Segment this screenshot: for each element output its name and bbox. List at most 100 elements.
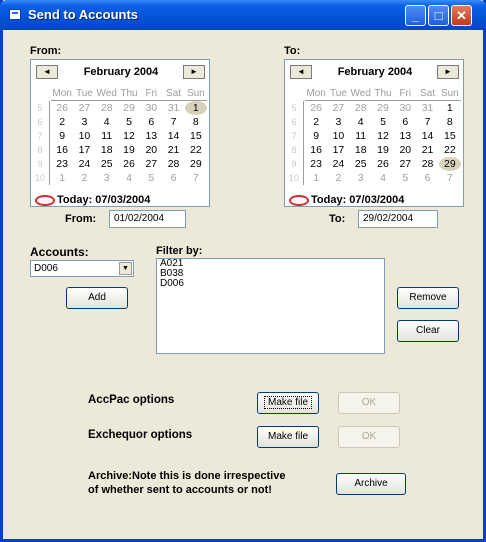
list-item[interactable]: A021 [157, 259, 384, 269]
calendar-day[interactable]: 9 [51, 129, 73, 143]
calendar-day[interactable]: 13 [140, 129, 162, 143]
next-month-button[interactable]: ► [183, 65, 205, 79]
calendar-day[interactable]: 31 [416, 101, 438, 115]
calendar-day[interactable]: 2 [305, 115, 327, 129]
calendar-day[interactable]: 27 [140, 157, 162, 171]
filter-listbox[interactable]: A021 B038 D006 [156, 258, 385, 354]
calendar-day[interactable]: 16 [51, 143, 73, 157]
today-link[interactable]: Today: 07/03/2004 [35, 194, 150, 206]
calendar-day[interactable]: 6 [162, 171, 184, 185]
calendar-day[interactable]: 6 [140, 115, 162, 129]
title-bar[interactable]: Send to Accounts _ □ ✕ [0, 0, 486, 30]
calendar-day[interactable]: 26 [118, 157, 140, 171]
from-date-field[interactable]: 01/02/2004 [109, 210, 186, 228]
calendar-day[interactable]: 25 [350, 157, 372, 171]
calendar-day[interactable]: 13 [394, 129, 416, 143]
calendar-day[interactable]: 28 [96, 101, 118, 115]
calendar-day[interactable]: 10 [327, 129, 349, 143]
list-item[interactable]: D006 [157, 279, 384, 289]
calendar-day[interactable]: 2 [327, 171, 349, 185]
calendar-day[interactable]: 24 [327, 157, 349, 171]
calendar-day[interactable]: 18 [96, 143, 118, 157]
calendar-day[interactable]: 16 [305, 143, 327, 157]
calendar-day[interactable]: 9 [305, 129, 327, 143]
calendar-day[interactable]: 17 [73, 143, 95, 157]
calendar-day[interactable]: 27 [73, 101, 95, 115]
calendar-day[interactable]: 11 [96, 129, 118, 143]
calendar-day[interactable]: 30 [394, 101, 416, 115]
calendar-day[interactable]: 4 [96, 115, 118, 129]
list-item[interactable]: B038 [157, 269, 384, 279]
calendar-day[interactable]: 22 [439, 143, 461, 157]
minimize-button[interactable]: _ [405, 5, 426, 26]
prev-month-button[interactable]: ◄ [36, 65, 58, 79]
calendar-day[interactable]: 1 [439, 101, 461, 115]
calendar-day[interactable]: 7 [416, 115, 438, 129]
calendar-day[interactable]: 28 [350, 101, 372, 115]
next-month-button[interactable]: ► [437, 65, 459, 79]
calendar-day[interactable]: 29 [372, 101, 394, 115]
calendar-day[interactable]: 29 [118, 101, 140, 115]
accpac-make-file-button[interactable]: Make file [257, 392, 319, 414]
calendar-day[interactable]: 6 [416, 171, 438, 185]
calendar-day[interactable]: 1 [51, 171, 73, 185]
today-link[interactable]: Today: 07/03/2004 [289, 194, 404, 206]
calendar-day[interactable]: 2 [73, 171, 95, 185]
close-button[interactable]: ✕ [451, 5, 472, 26]
calendar-day[interactable]: 5 [372, 115, 394, 129]
calendar-day[interactable]: 4 [350, 115, 372, 129]
calendar-day[interactable]: 23 [51, 157, 73, 171]
calendar-day[interactable]: 28 [416, 157, 438, 171]
calendar-day[interactable]: 26 [51, 101, 73, 115]
calendar-day[interactable]: 14 [416, 129, 438, 143]
calendar-day[interactable]: 5 [140, 171, 162, 185]
remove-button[interactable]: Remove [397, 287, 459, 309]
calendar-day[interactable]: 12 [372, 129, 394, 143]
calendar-day[interactable]: 8 [439, 115, 461, 129]
calendar-day[interactable]: 21 [416, 143, 438, 157]
calendar-month-title[interactable]: February 2004 [315, 66, 435, 78]
archive-button[interactable]: Archive [336, 473, 406, 495]
calendar-day[interactable]: 5 [118, 115, 140, 129]
prev-month-button[interactable]: ◄ [290, 65, 312, 79]
calendar-day[interactable]: 4 [118, 171, 140, 185]
calendar-day[interactable]: 27 [327, 101, 349, 115]
exchequer-make-file-button[interactable]: Make file [257, 426, 319, 448]
calendar-day[interactable]: 23 [305, 157, 327, 171]
calendar-month-title[interactable]: February 2004 [61, 66, 181, 78]
accpac-ok-button[interactable]: OK [338, 392, 400, 414]
add-button[interactable]: Add [66, 287, 128, 309]
calendar-day[interactable]: 11 [350, 129, 372, 143]
calendar-day[interactable]: 7 [162, 115, 184, 129]
to-calendar[interactable]: ◄ February 2004 ► Mon Tue Wed Thu Fri Sat Sun … [284, 59, 464, 207]
clear-button[interactable]: Clear [397, 320, 459, 342]
calendar-day[interactable]: 15 [185, 129, 207, 143]
calendar-day[interactable]: 3 [73, 115, 95, 129]
chevron-down-icon[interactable]: ▼ [119, 262, 132, 275]
calendar-day[interactable]: 31 [162, 101, 184, 115]
calendar-day[interactable]: 26 [305, 101, 327, 115]
calendar-day[interactable]: 29 [185, 157, 207, 171]
calendar-day[interactable]: 17 [327, 143, 349, 157]
calendar-day[interactable]: 27 [394, 157, 416, 171]
calendar-day[interactable]: 21 [162, 143, 184, 157]
calendar-day[interactable]: 26 [372, 157, 394, 171]
calendar-day[interactable]: 25 [96, 157, 118, 171]
calendar-day-grid[interactable]: 26 27 28 29 30 31 1 2 3 4 5 6 7 8 9 10 11 12 13 14 15 16 17 18 1… [305, 101, 461, 185]
accounts-dropdown[interactable]: D006 ▼ [30, 260, 134, 277]
calendar-day[interactable]: 12 [118, 129, 140, 143]
calendar-day[interactable]: 3 [327, 115, 349, 129]
calendar-day[interactable]: 29 [438, 157, 461, 171]
calendar-day[interactable]: 20 [140, 143, 162, 157]
calendar-day[interactable]: 5 [394, 171, 416, 185]
calendar-day-grid[interactable]: 26 27 28 29 30 31 1 2 3 4 5 6 7 8 9 10 11 12 13 14 15 16 17 18 1… [51, 101, 207, 185]
calendar-day[interactable]: 18 [350, 143, 372, 157]
calendar-day[interactable]: 6 [394, 115, 416, 129]
calendar-day[interactable]: 1 [305, 171, 327, 185]
exchequer-ok-button[interactable]: OK [338, 426, 400, 448]
calendar-day[interactable]: 28 [162, 157, 184, 171]
calendar-day[interactable]: 24 [73, 157, 95, 171]
maximize-button[interactable]: □ [428, 5, 449, 26]
calendar-day[interactable]: 8 [185, 115, 207, 129]
from-calendar[interactable]: ◄ February 2004 ► Mon Tue Wed Thu Fri Sat Sun … [30, 59, 210, 207]
